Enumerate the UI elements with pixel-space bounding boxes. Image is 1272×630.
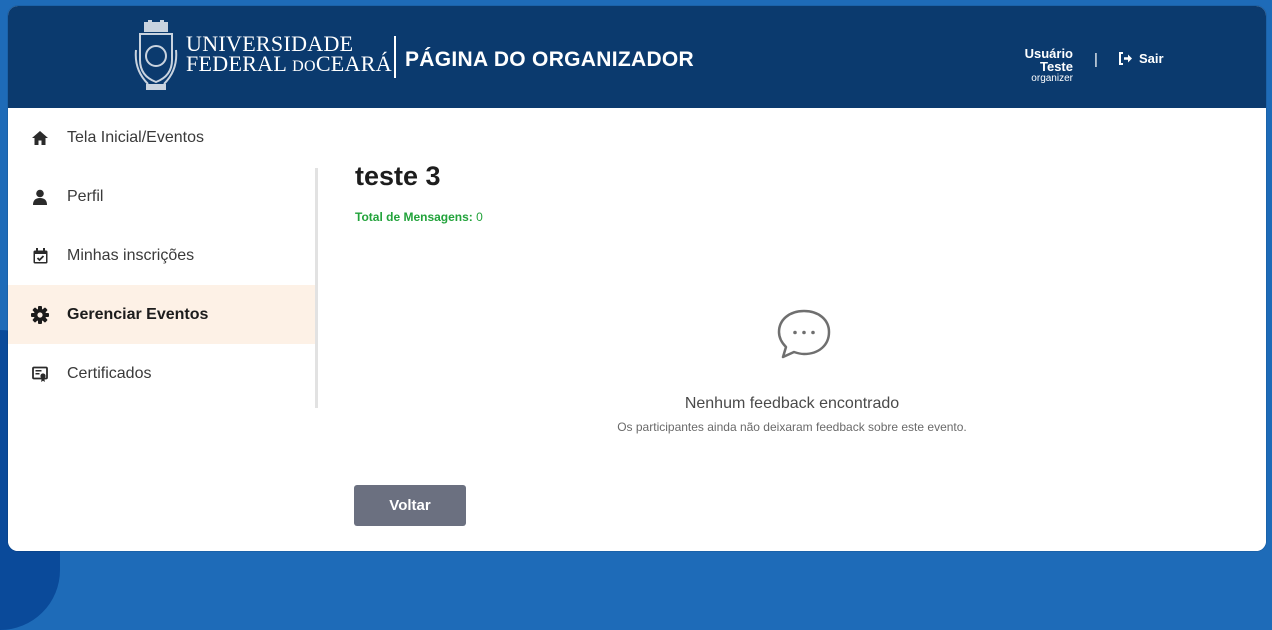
event-title: teste 3 <box>355 161 441 191</box>
back-button[interactable]: Voltar <box>354 485 466 526</box>
university-crest-icon <box>134 20 178 90</box>
university-name-federal: FEDERAL <box>186 51 287 76</box>
university-name: UNIVERSIDADE FEDERAL DOCEARÁ <box>186 33 392 77</box>
sidebar-item-home[interactable]: Tela Inicial/Eventos <box>8 108 318 167</box>
university-name-line2: FEDERAL DOCEARÁ <box>186 51 392 77</box>
message-count-value: 0 <box>476 210 483 224</box>
sidebar-item-label: Minhas inscrições <box>67 246 195 264</box>
page-title: PÁGINA DO ORGANIZADOR <box>405 48 695 71</box>
app-window: UNIVERSIDADE FEDERAL DOCEARÁ PÁGINA DO O… <box>8 6 1266 551</box>
university-name-do: DO <box>292 58 316 75</box>
home-icon <box>31 129 49 147</box>
empty-state-title: Nenhum feedback encontrado <box>684 395 900 412</box>
user-icon <box>31 188 49 206</box>
sidebar-item-manage-events[interactable]: Gerenciar Eventos <box>8 285 318 344</box>
sidebar-item-label: Tela Inicial/Eventos <box>67 128 204 146</box>
message-count: Total de Mensagens: 0 <box>355 210 483 224</box>
sidebar-item-certificates[interactable]: Certificados <box>8 344 318 403</box>
sidebar-item-label: Perfil <box>67 187 104 205</box>
logout-button[interactable]: Sair <box>1118 51 1164 66</box>
main-content: teste 3 Total de Mensagens: 0 Nenhum fee… <box>318 108 1266 551</box>
header-divider <box>394 36 396 78</box>
logout-label: Sair <box>1139 51 1164 66</box>
gear-icon <box>31 305 49 324</box>
certificate-icon <box>31 365 49 383</box>
sign-out-icon <box>1119 52 1132 65</box>
user-name: Usuário Teste <box>1024 46 1073 74</box>
university-name-ceara: CEARÁ <box>315 51 392 76</box>
sidebar-item-registrations[interactable]: Minhas inscrições <box>8 226 318 285</box>
empty-state-subtitle: Os participantes ainda não deixaram feed… <box>617 420 967 434</box>
message-count-label: Total de Mensagens: <box>355 210 473 224</box>
sidebar-item-label: Gerenciar Eventos <box>67 305 209 323</box>
sidebar-item-profile[interactable]: Perfil <box>8 167 318 226</box>
user-info: Usuário Teste organizer <box>998 47 1073 84</box>
sidebar-item-label: Certificados <box>67 364 152 382</box>
top-header: UNIVERSIDADE FEDERAL DOCEARÁ PÁGINA DO O… <box>8 6 1266 108</box>
chat-bubble-icon <box>777 309 831 359</box>
header-separator: | <box>1094 51 1098 68</box>
sidebar: Tela Inicial/Eventos Perfil Minhas inscr… <box>8 108 318 551</box>
user-role: organizer <box>1031 73 1073 84</box>
calendar-check-icon <box>31 247 49 265</box>
